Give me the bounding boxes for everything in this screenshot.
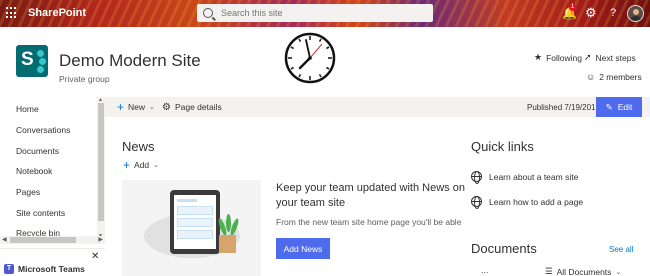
plus-icon: + (123, 157, 131, 172)
quick-link-item[interactable]: Learn about a team site (471, 171, 579, 184)
published-status: Published 7/19/2019 (527, 103, 600, 112)
next-steps-button[interactable]: ➚ Next steps (584, 52, 636, 63)
nav-horizontal-scrollbar[interactable]: ◀ ▶ (0, 236, 105, 244)
more-options-button[interactable]: ... (481, 265, 489, 275)
following-button[interactable]: ★ Following (534, 52, 582, 63)
app-launcher-icon[interactable] (6, 7, 18, 19)
members-button[interactable]: ☺ 2 members (586, 72, 642, 82)
scroll-right-icon[interactable]: ▶ (98, 236, 103, 243)
scrollbar-thumb[interactable] (10, 237, 76, 243)
gear-icon[interactable]: ⚙ (585, 6, 597, 20)
rocket-icon: ➚ (584, 52, 592, 62)
news-add-button[interactable]: + Add ⌄ (123, 157, 160, 172)
news-add-label: Add (134, 160, 150, 170)
new-label: New (128, 102, 146, 112)
page-details-button[interactable]: ⚙ Page details (162, 102, 222, 112)
page-details-label: Page details (174, 102, 222, 112)
documents-view-label: All Documents (556, 266, 612, 276)
see-all-link[interactable]: See all (609, 245, 633, 254)
teams-banner: T Microsoft Teams ✕ (0, 248, 105, 276)
search-input[interactable] (221, 8, 421, 18)
members-label: 2 members (599, 72, 642, 82)
plant-icon (219, 235, 236, 253)
teams-label[interactable]: Microsoft Teams (18, 264, 85, 274)
following-label: Following (546, 52, 582, 63)
nav-vertical-scrollbar[interactable]: ▲ ▼ (97, 97, 105, 239)
sharepoint-brand-link[interactable]: SharePoint (28, 7, 86, 19)
news-headline[interactable]: Keep your team updated with News on your… (276, 181, 466, 211)
pencil-icon: ✎ (605, 101, 613, 112)
list-view-icon: ☰ (545, 266, 553, 276)
site-logo[interactable]: S (16, 45, 48, 77)
chevron-down-icon: ⌄ (153, 162, 160, 169)
next-steps-label: Next steps (595, 52, 636, 63)
quick-link-item[interactable]: Learn how to add a page (471, 196, 584, 209)
chevron-down-icon: ⌄ (149, 104, 155, 111)
search-box[interactable] (197, 4, 433, 22)
search-icon (203, 8, 213, 18)
news-description: From the new team site home page you'll … (276, 217, 461, 227)
sharepoint-logo-icon: S (21, 49, 34, 70)
plus-icon: + (117, 99, 125, 114)
gear-icon: ⚙ (162, 101, 171, 113)
news-section-title: News (122, 139, 155, 154)
star-icon: ★ (534, 52, 543, 62)
help-icon[interactable]: ? (610, 6, 616, 20)
clock-image (284, 32, 336, 84)
add-news-button[interactable]: Add News (276, 238, 330, 259)
new-button[interactable]: + New ⌄ (117, 99, 155, 114)
nav-item-site-contents[interactable]: Site contents (16, 208, 65, 218)
site-title[interactable]: Demo Modern Site (59, 51, 201, 71)
news-illustration (122, 180, 261, 276)
site-subtitle: Private group (59, 74, 110, 84)
globe-icon (471, 171, 482, 184)
close-icon[interactable]: ✕ (91, 251, 99, 262)
avatar[interactable] (627, 5, 644, 22)
nav-item-pages[interactable]: Pages (16, 187, 40, 197)
person-icon: ☺ (586, 72, 596, 82)
chevron-down-icon: ⌄ (615, 268, 622, 276)
scrollbar-thumb[interactable] (98, 103, 104, 221)
documents-view-selector[interactable]: ☰ All Documents ⌄ (545, 266, 621, 276)
teams-icon: T (4, 264, 14, 274)
tablet-icon (170, 190, 220, 254)
edit-label: Edit (617, 102, 633, 112)
nav-item-conversations[interactable]: Conversations (16, 125, 70, 135)
nav-item-home[interactable]: Home (16, 104, 39, 114)
scroll-left-icon[interactable]: ◀ (2, 236, 7, 243)
quick-links-title: Quick links (471, 139, 534, 154)
nav-item-notebook[interactable]: Notebook (16, 166, 52, 176)
edit-button[interactable]: ✎ Edit (596, 97, 642, 117)
quick-link-label: Learn how to add a page (489, 196, 584, 207)
notification-count-badge: 1 (569, 4, 576, 11)
globe-icon (471, 196, 482, 209)
nav-item-documents[interactable]: Documents (16, 146, 59, 156)
quick-link-label: Learn about a team site (489, 171, 579, 182)
documents-title: Documents (471, 241, 537, 256)
